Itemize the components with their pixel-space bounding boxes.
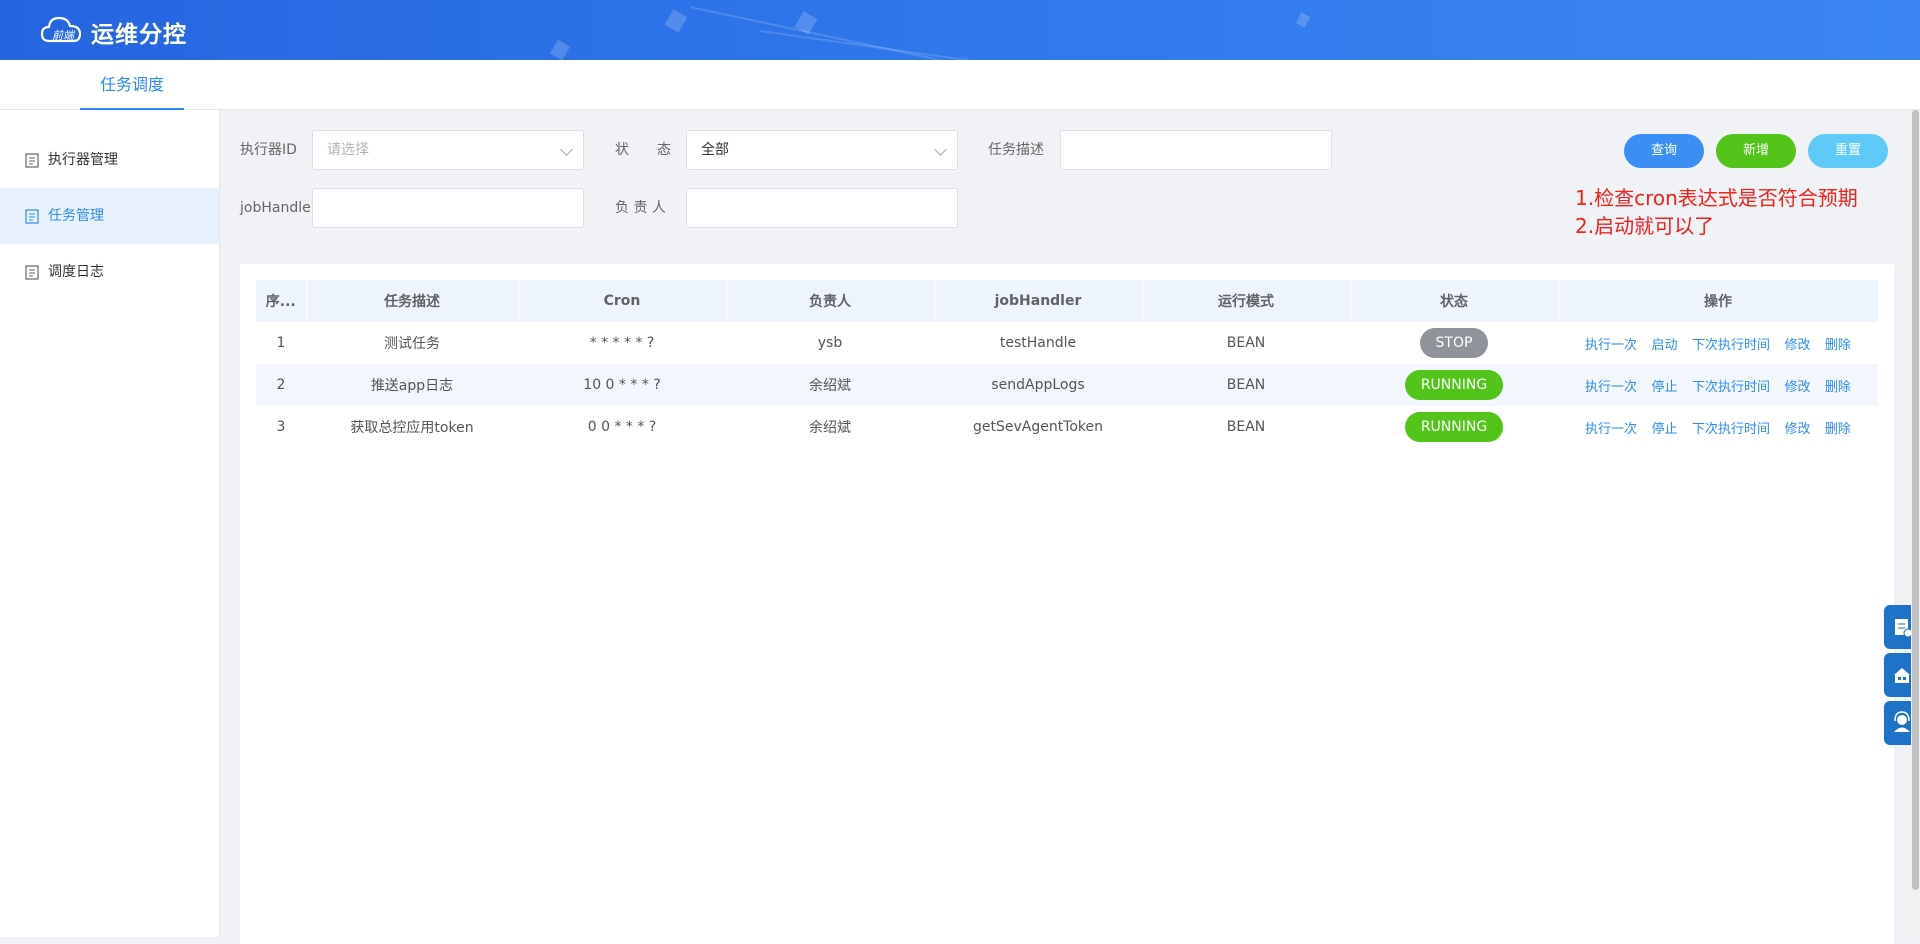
reset-button[interactable]: 重置 <box>1808 134 1888 168</box>
column-header[interactable]: 序... <box>256 280 307 322</box>
chevron-down-icon <box>934 143 947 156</box>
column-header[interactable]: jobHandler <box>934 280 1143 322</box>
cell-desc: 测试任务 <box>384 336 440 352</box>
cell-owner: 余绍斌 <box>809 420 851 436</box>
edit-link[interactable]: 修改 <box>1784 422 1810 437</box>
table-row: 3 获取总控应用token 0 0 * * * ? 余绍斌 getSevAgen… <box>256 406 1878 448</box>
cell-cron: * * * * * ? <box>589 335 655 351</box>
header-decoration <box>664 9 688 33</box>
column-header[interactable]: 运行模式 <box>1142 280 1351 322</box>
query-button[interactable]: 查询 <box>1624 134 1704 168</box>
cell-cron: 10 0 * * * ? <box>518 364 726 406</box>
owner-label: 负 责 人 <box>615 200 666 216</box>
chevron-down-icon <box>560 143 573 156</box>
delete-link[interactable]: 删除 <box>1825 338 1851 353</box>
main-content: 执行器ID 请选择 状 态 全部 任务描述 查询 新增 重置 jobHandle… <box>220 110 1910 944</box>
executor-id-label: 执行器ID <box>240 142 297 158</box>
top-header: 前端 运维分控 <box>0 0 1920 60</box>
execute-once-link[interactable]: 执行一次 <box>1585 380 1637 395</box>
column-header[interactable]: 操作 <box>1558 280 1879 322</box>
cell-handler: testHandle <box>999 335 1077 351</box>
next-run-time-link[interactable]: 下次执行时间 <box>1692 380 1770 395</box>
cell-owner: 余绍斌 <box>726 364 934 406</box>
cell-handler: sendAppLogs <box>934 364 1142 406</box>
delete-link[interactable]: 删除 <box>1825 380 1851 395</box>
cell-desc: 获取总控应用token <box>350 420 474 436</box>
status-select[interactable]: 全部 <box>686 130 958 170</box>
jobhandler-input[interactable] <box>312 188 584 228</box>
next-run-time-link[interactable]: 下次执行时间 <box>1692 422 1770 437</box>
cell-index: 2 <box>256 364 306 406</box>
task-desc-input[interactable] <box>1060 130 1332 170</box>
edit-link[interactable]: 修改 <box>1784 338 1810 353</box>
stop-link[interactable]: 停止 <box>1652 380 1678 395</box>
table-row: 2 推送app日志 10 0 * * * ? 余绍斌 sendAppLogs B… <box>256 364 1878 406</box>
nav-bar: 任务调度 <box>0 60 1920 110</box>
cell-mode: BEAN <box>1226 335 1266 351</box>
scrollbar-thumb[interactable] <box>1912 110 1919 890</box>
task-table-card: 序... 任务描述 Cron 负责人 jobHandler 运行模式 状态 操作… <box>240 264 1894 944</box>
cell-ops: 执行一次 停止 下次执行时间 修改 删除 <box>1558 406 1878 448</box>
cell-status: RUNNING <box>1350 406 1558 448</box>
execute-once-link[interactable]: 执行一次 <box>1585 422 1637 437</box>
sidebar-item-label: 调度日志 <box>48 264 104 280</box>
column-header[interactable]: 任务描述 <box>306 280 519 322</box>
header-decoration <box>549 39 571 60</box>
document-icon <box>25 209 39 224</box>
annotation-line-1: 1.检查cron表达式是否符合预期 <box>1575 186 1858 210</box>
jobhandler-label: jobHandler <box>240 200 317 216</box>
cell-mode: BEAN <box>1226 419 1266 435</box>
tab-task-scheduling[interactable]: 任务调度 <box>80 60 184 110</box>
cell-index: 3 <box>276 419 286 435</box>
executor-id-select[interactable]: 请选择 <box>312 130 584 170</box>
status-value: 全部 <box>701 142 729 158</box>
task-desc-label: 任务描述 <box>988 142 1044 158</box>
cell-index: 1 <box>276 335 286 351</box>
add-button[interactable]: 新增 <box>1716 134 1796 168</box>
column-header[interactable]: Cron <box>518 280 727 322</box>
execute-once-link[interactable]: 执行一次 <box>1585 338 1637 353</box>
stop-link[interactable]: 停止 <box>1652 422 1678 437</box>
cell-handler: getSevAgentToken <box>972 419 1104 435</box>
document-icon <box>25 265 39 280</box>
cell-desc: 推送app日志 <box>306 364 518 406</box>
owner-input[interactable] <box>686 188 958 228</box>
cell-cron: 0 0 * * * ? <box>587 419 657 435</box>
status-badge: RUNNING <box>1404 412 1504 442</box>
task-table: 序... 任务描述 Cron 负责人 jobHandler 运行模式 状态 操作… <box>256 280 1879 448</box>
sidebar-item-executor-management[interactable]: 执行器管理 <box>0 132 219 188</box>
header-decoration <box>1295 12 1311 28</box>
cell-status: RUNNING <box>1350 364 1558 406</box>
document-icon <box>25 153 39 168</box>
column-header[interactable]: 负责人 <box>726 280 935 322</box>
column-header[interactable]: 状态 <box>1350 280 1559 322</box>
edit-link[interactable]: 修改 <box>1784 380 1810 395</box>
cell-owner: ysb <box>817 335 843 351</box>
start-link[interactable]: 启动 <box>1652 338 1678 353</box>
table-row: 1 测试任务 * * * * * ? ysb testHandle BEAN S… <box>256 322 1878 364</box>
logo-text: 前端 <box>52 29 74 42</box>
cell-mode: BEAN <box>1142 364 1350 406</box>
sidebar-item-label: 任务管理 <box>48 208 104 224</box>
sidebar-item-scheduling-log[interactable]: 调度日志 <box>0 244 219 300</box>
table-header-row: 序... 任务描述 Cron 负责人 jobHandler 运行模式 状态 操作 <box>256 280 1879 322</box>
page-scrollbar[interactable] <box>1911 110 1920 937</box>
status-badge: STOP <box>1419 328 1489 358</box>
sidebar-item-task-management[interactable]: 任务管理 <box>0 188 219 244</box>
executor-id-placeholder: 请选择 <box>327 142 369 158</box>
cell-status: STOP <box>1350 322 1558 364</box>
status-label: 状 态 <box>615 142 671 158</box>
next-run-time-link[interactable]: 下次执行时间 <box>1692 338 1770 353</box>
status-badge: RUNNING <box>1404 370 1504 400</box>
cell-ops: 执行一次 启动 下次执行时间 修改 删除 <box>1558 322 1878 364</box>
sidebar: 执行器管理 任务管理 调度日志 <box>0 110 220 937</box>
delete-link[interactable]: 删除 <box>1825 422 1851 437</box>
cell-ops: 执行一次 停止 下次执行时间 修改 删除 <box>1558 364 1878 406</box>
app-title: 运维分控 <box>91 22 187 48</box>
sidebar-item-label: 执行器管理 <box>48 152 118 168</box>
